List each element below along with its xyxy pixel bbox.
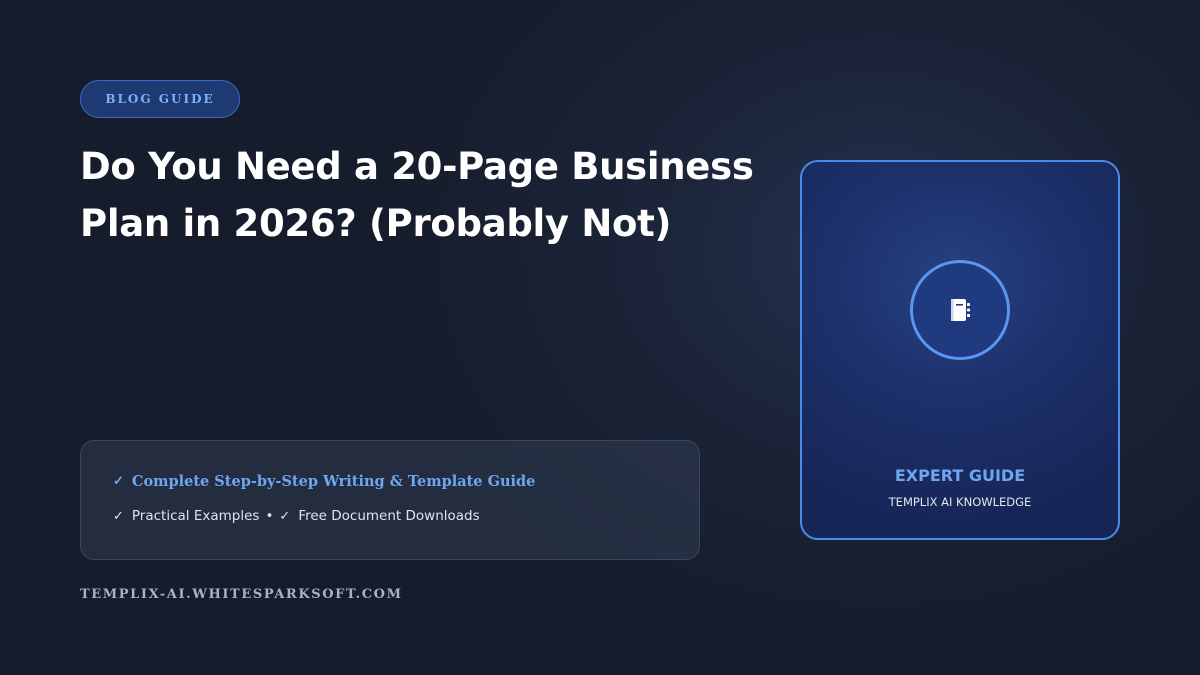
page-title: Do You Need a 20-Page Business Plan in 2…: [80, 138, 800, 252]
check-icon: ✓: [279, 508, 291, 524]
card-label: EXPERT GUIDE: [894, 466, 1026, 485]
icon-circle: [910, 260, 1010, 360]
category-badge-label: BLOG GUIDE: [105, 92, 215, 106]
feature-item-examples: Practical Examples: [131, 508, 260, 524]
expert-guide-card: EXPERT GUIDE TEMPLIX AI KNOWLEDGE: [800, 160, 1120, 540]
feature-separator: •: [265, 508, 274, 524]
category-badge: BLOG GUIDE: [80, 80, 240, 118]
feature-highlight: ✓ Complete Step-by-Step Writing & Templa…: [113, 471, 667, 491]
check-icon: ✓: [113, 508, 124, 524]
check-icon: ✓: [113, 473, 124, 489]
page-title-line-1: Do You Need a 20-Page Business: [80, 145, 754, 188]
notebook-icon: [951, 299, 970, 321]
site-domain: TEMPLIX-AI.WHITESPARKSOFT.COM: [80, 587, 403, 602]
card-sublabel: TEMPLIX AI KNOWLEDGE: [888, 495, 1032, 509]
page-title-line-2: Plan in 2026? (Probably Not): [80, 202, 672, 245]
feature-list: ✓ Practical Examples • ✓ Free Document D…: [113, 506, 667, 526]
feature-highlight-text: Complete Step-by-Step Writing & Template…: [131, 472, 536, 490]
features-panel: ✓ Complete Step-by-Step Writing & Templa…: [80, 440, 700, 560]
feature-item-downloads: Free Document Downloads: [298, 508, 480, 524]
